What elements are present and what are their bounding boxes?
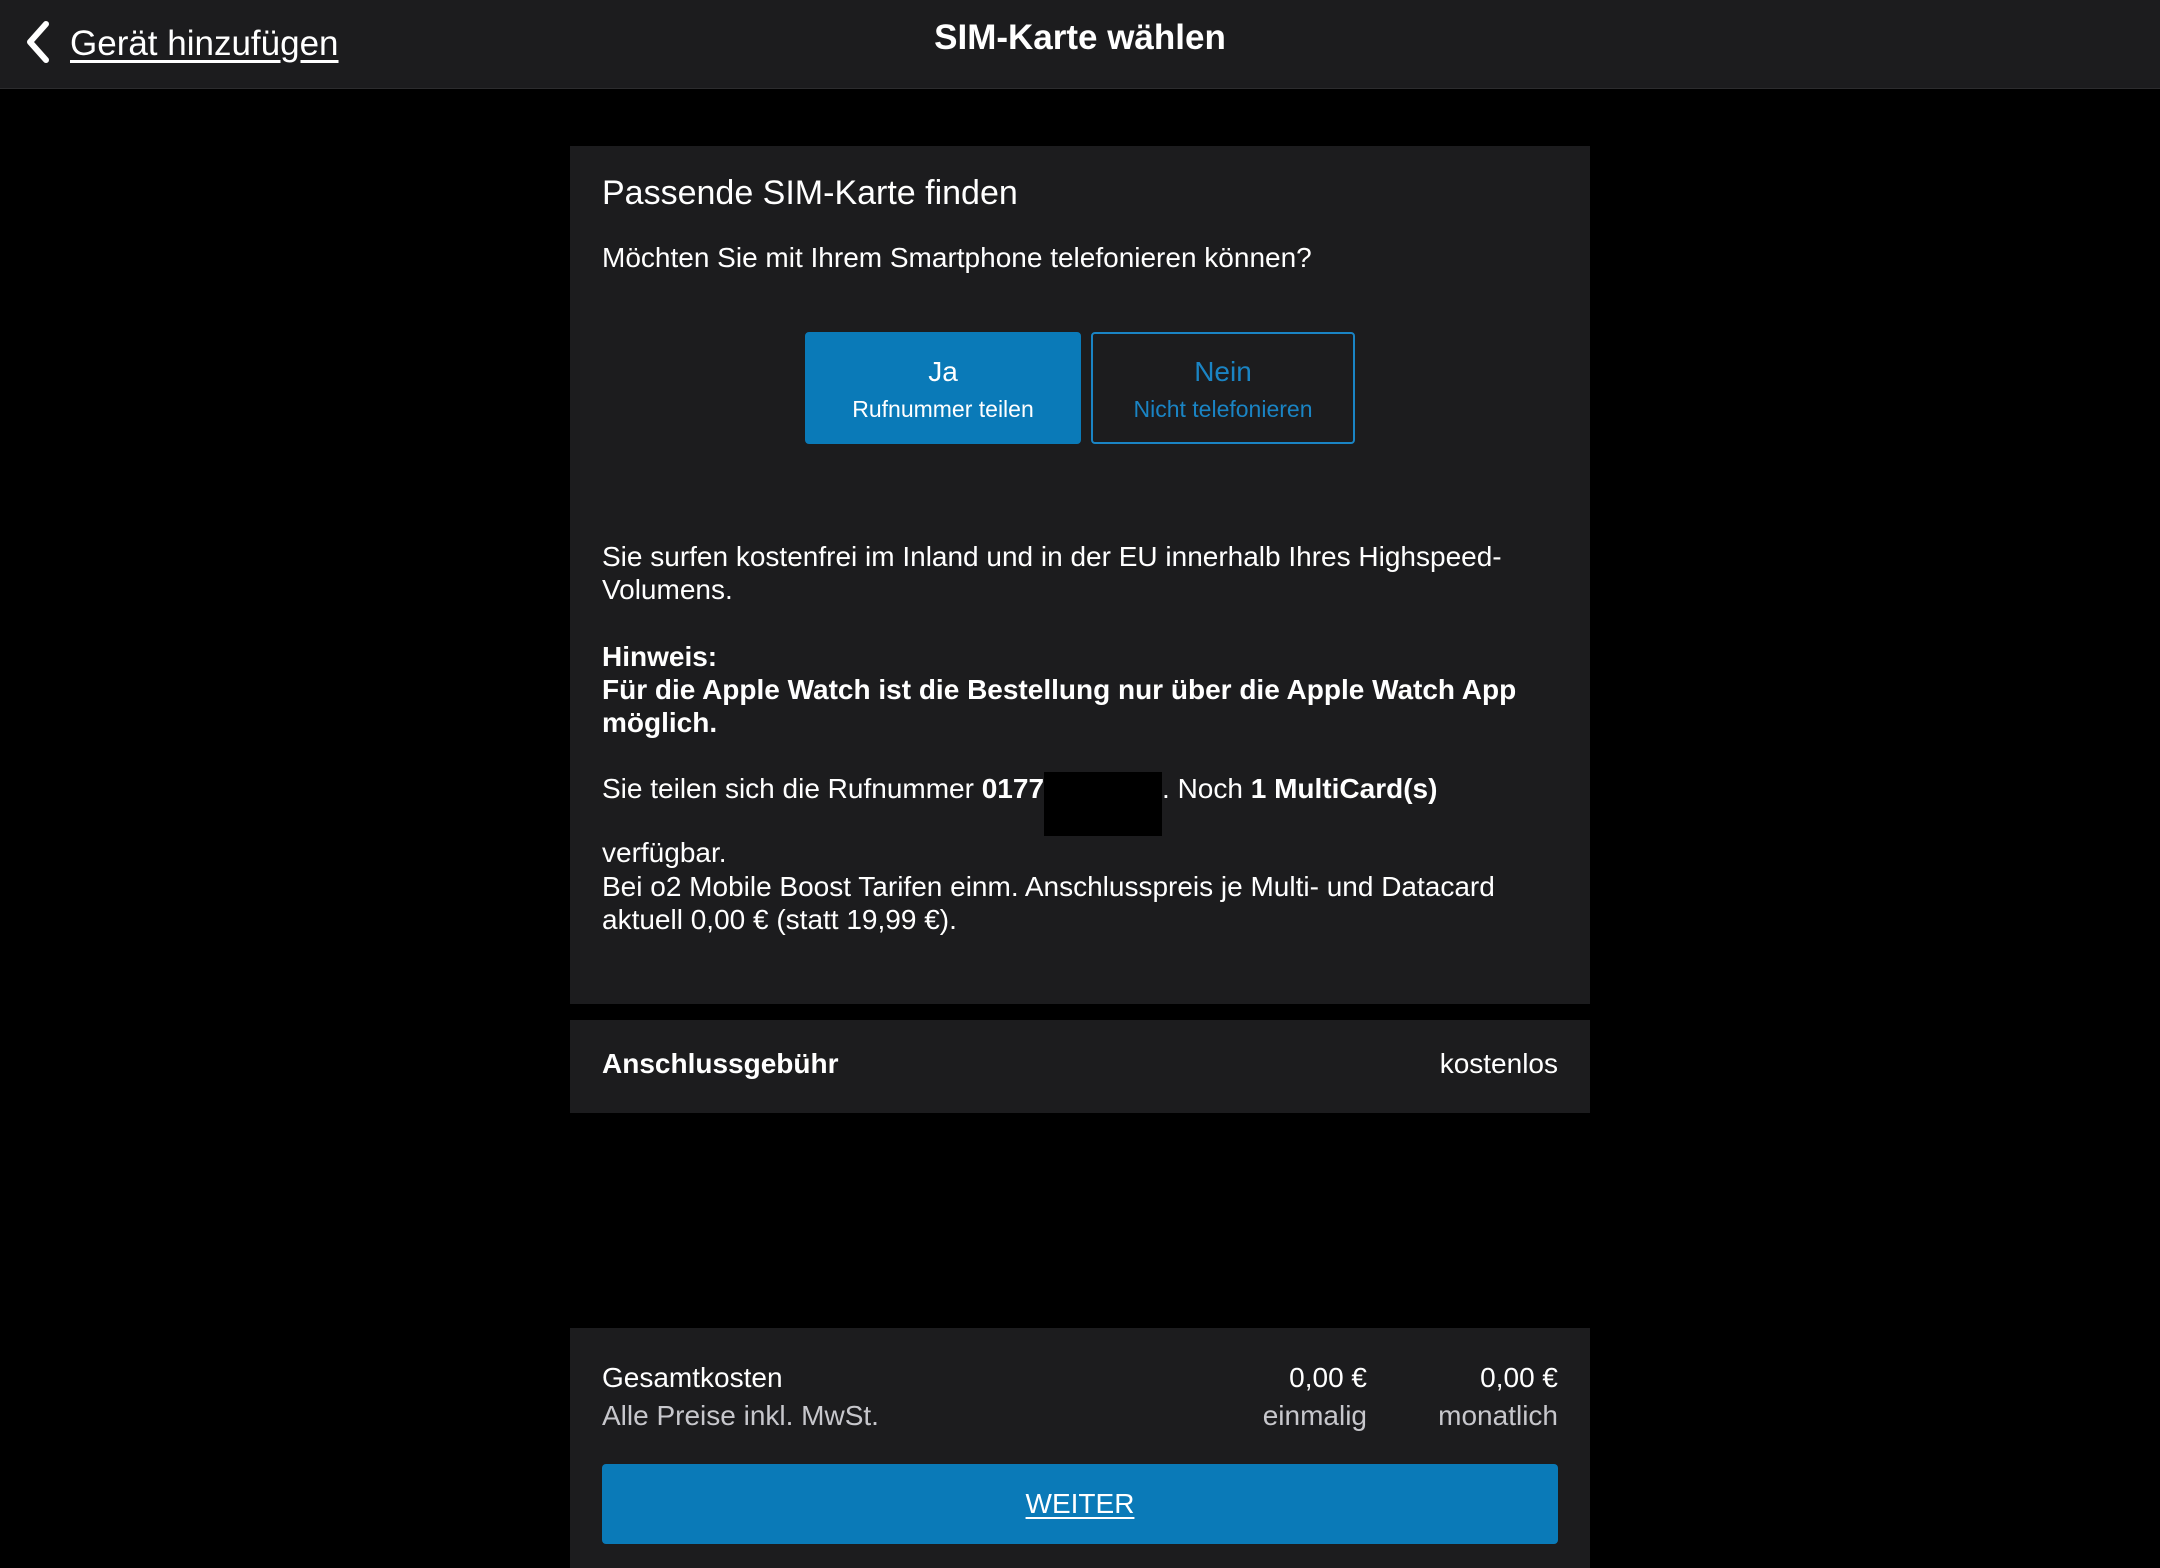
hint-title: Hinweis: <box>602 641 718 672</box>
one-time-price: 0,00 € einmalig <box>1263 1362 1367 1432</box>
sim-selection-card: Passende SIM-Karte finden Möchten Sie mi… <box>570 146 1590 1004</box>
yes-option-title: Ja <box>928 356 958 387</box>
total-costs-panel: Gesamtkosten Alle Preise inkl. MwSt. 0,0… <box>570 1328 1590 1568</box>
fee-label: Anschlussgebühr <box>602 1048 839 1079</box>
one-time-price-caption: einmalig <box>1262 1400 1367 1431</box>
no-option-button[interactable]: Nein Nicht telefonieren <box>1091 332 1355 444</box>
hint-block: Hinweis: Für die Apple Watch ist die Bes… <box>602 640 1562 739</box>
connection-fee-row: Anschlussgebühr kostenlos <box>570 1020 1590 1113</box>
multicard-count: 1 MultiCard(s) <box>1250 773 1438 804</box>
section-heading: Passende SIM-Karte finden <box>602 174 1018 212</box>
no-option-title: Nein <box>1194 356 1252 387</box>
phone-number: 0177 <box>981 773 1045 804</box>
one-time-price-value: 0,00 € <box>1289 1362 1367 1393</box>
continue-button[interactable]: WEITER <box>602 1464 1558 1544</box>
fee-value: kostenlos <box>1439 1048 1558 1079</box>
share-prefix: Sie teilen sich die Rufnummer <box>602 773 982 804</box>
yes-option-subtitle: Rufnummer teilen <box>852 396 1034 422</box>
total-label: Gesamtkosten <box>602 1362 783 1393</box>
redacted-number-block <box>1044 772 1163 836</box>
page-title: SIM-Karte wählen <box>934 18 1226 57</box>
hint-text: Für die Apple Watch ist die Bestellung n… <box>602 674 1517 738</box>
share-suffix: verfügbar. <box>602 837 727 868</box>
monthly-price-caption: monatlich <box>1438 1400 1558 1431</box>
call-question: Möchten Sie mit Ihrem Smartphone telefon… <box>602 242 1312 273</box>
navigation-bar: Gerät hinzufügen SIM-Karte wählen <box>0 0 2160 89</box>
no-option-subtitle: Nicht telefonieren <box>1133 396 1313 422</box>
monthly-price-value: 0,00 € <box>1480 1362 1558 1393</box>
share-middle: . Noch <box>1162 773 1251 804</box>
monthly-price: 0,00 € monatlich <box>1438 1362 1558 1432</box>
yes-option-button[interactable]: Ja Rufnummer teilen <box>805 332 1081 444</box>
share-number-text: Sie teilen sich die Rufnummer 0177 . Noch… <box>602 772 1562 869</box>
boost-info-text: Bei o2 Mobile Boost Tarifen einm. Anschl… <box>602 871 1495 935</box>
tax-note: Alle Preise inkl. MwSt. <box>602 1400 879 1431</box>
surf-info-text: Sie surfen kostenfrei im Inland und in d… <box>602 541 1502 605</box>
